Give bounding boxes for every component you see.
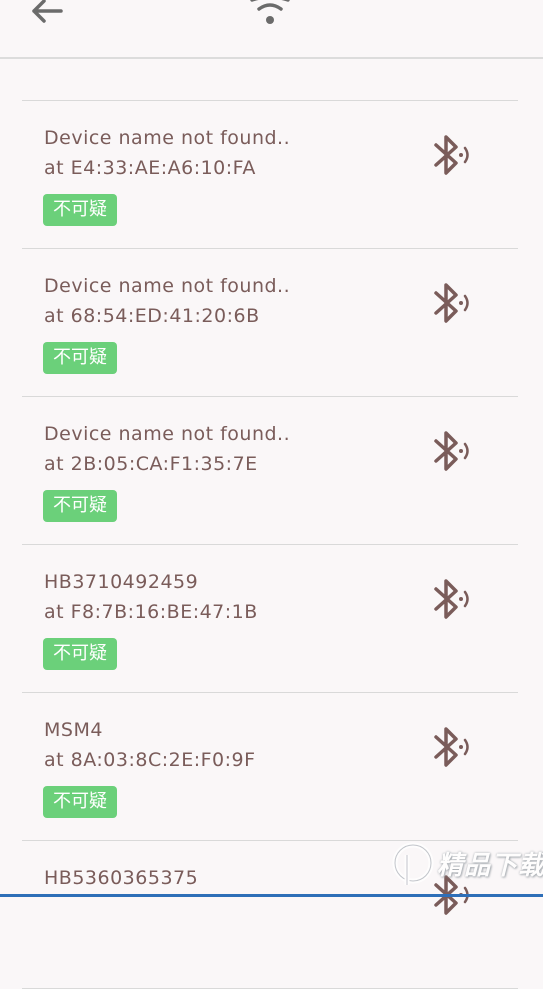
status-badge: 不可疑 xyxy=(43,194,117,226)
bluetooth-searching-icon xyxy=(426,281,472,327)
watermark: 精品下载 xyxy=(389,837,539,895)
wifi-button[interactable] xyxy=(250,0,290,30)
device-item[interactable]: Device name not found.. at 2B:05:CA:F1:3… xyxy=(22,397,518,545)
device-address: at 2B:05:CA:F1:35:7E xyxy=(44,453,258,475)
device-item[interactable]: MSM4 at 8A:03:8C:2E:F0:9F 不可疑 xyxy=(22,693,518,841)
device-name: HB5360365375 xyxy=(44,867,198,889)
device-item[interactable]: HB3710492459 at F8:7B:16:BE:47:1B 不可疑 xyxy=(22,545,518,693)
device-name: Device name not found.. xyxy=(44,423,290,445)
device-name: MSM4 xyxy=(44,719,103,741)
wifi-icon xyxy=(250,0,290,30)
back-button[interactable] xyxy=(28,0,68,30)
watermark-text: 精品下载 xyxy=(437,845,543,882)
status-badge: 不可疑 xyxy=(43,342,117,374)
list-top-divider xyxy=(22,60,518,101)
device-item[interactable]: Device name not found.. at E4:33:AE:A6:1… xyxy=(22,101,518,249)
device-name: HB3710492459 xyxy=(44,571,198,593)
bluetooth-searching-icon xyxy=(426,133,472,179)
arrow-back-icon xyxy=(28,0,68,30)
bluetooth-searching-icon xyxy=(426,725,472,771)
status-badge: 不可疑 xyxy=(43,786,117,818)
device-address: at 68:54:ED:41:20:6B xyxy=(44,305,260,327)
device-name: Device name not found.. xyxy=(44,275,290,297)
device-name: Device name not found.. xyxy=(44,127,290,149)
bluetooth-searching-icon xyxy=(426,429,472,475)
status-badge: 不可疑 xyxy=(43,638,117,670)
app-header xyxy=(0,0,543,59)
device-address: at 8A:03:8C:2E:F0:9F xyxy=(44,749,256,771)
device-item[interactable]: Device name not found.. at 68:54:ED:41:2… xyxy=(22,249,518,397)
bluetooth-searching-icon xyxy=(426,577,472,623)
device-address: at F8:7B:16:BE:47:1B xyxy=(44,601,258,623)
watermark-logo-icon xyxy=(391,841,435,891)
device-address: at E4:33:AE:A6:10:FA xyxy=(44,157,256,179)
status-badge: 不可疑 xyxy=(43,490,117,522)
